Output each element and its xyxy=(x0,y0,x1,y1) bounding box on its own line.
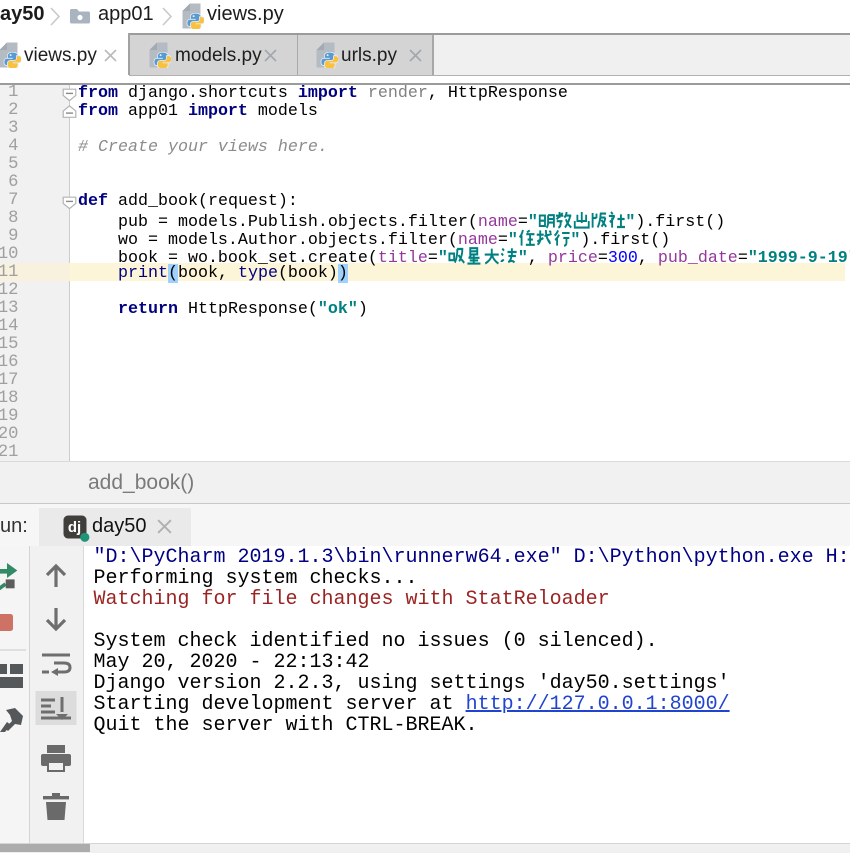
svg-text:dj: dj xyxy=(68,519,81,536)
